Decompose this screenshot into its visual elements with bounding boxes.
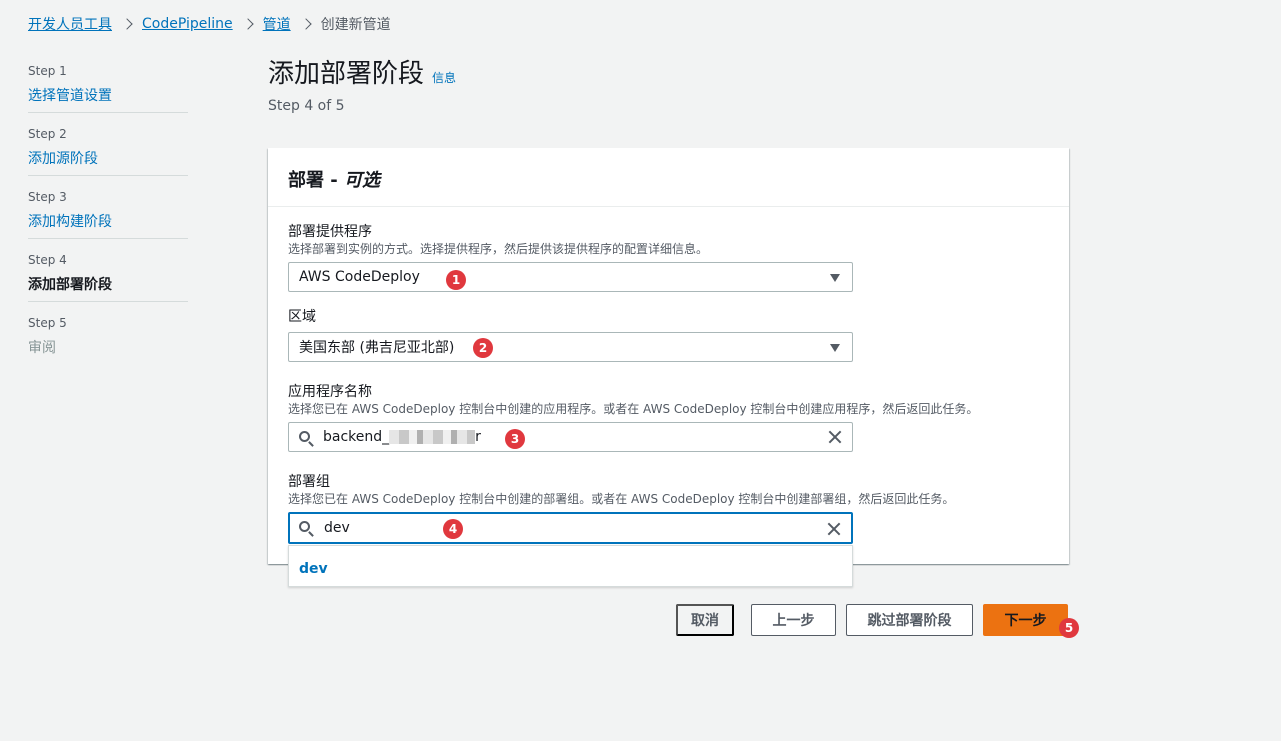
previous-button[interactable]: 上一步 <box>751 604 836 636</box>
breadcrumb: 开发人员工具 CodePipeline 管道 创建新管道 <box>28 14 391 34</box>
clear-icon[interactable] <box>827 522 841 536</box>
step-number: Step 1 <box>28 64 67 78</box>
info-link[interactable]: 信息 <box>432 69 456 86</box>
search-icon <box>299 431 310 442</box>
region-select[interactable]: 美国东部 (弗吉尼亚北部) <box>288 332 853 362</box>
wizard-step-2: Step 2 添加源阶段 <box>28 127 188 190</box>
deployment-group-search-input[interactable]: dev <box>288 512 853 544</box>
panel-title: 部署 - 可选 <box>268 148 1069 207</box>
provider-description: 选择部署到实例的方式。选择提供程序，然后提供该提供程序的配置详细信息。 <box>288 242 709 256</box>
step-number: Step 3 <box>28 190 67 204</box>
search-icon <box>299 521 310 532</box>
breadcrumb-pipelines[interactable]: 管道 <box>263 14 291 34</box>
step-review-disabled: 审阅 <box>28 340 56 356</box>
wizard-step-3: Step 3 添加构建阶段 <box>28 190 188 253</box>
provider-field-header: 部署提供程序 选择部署到实例的方式。选择提供程序，然后提供该提供程序的配置详细信… <box>288 223 708 257</box>
page-header: 添加部署阶段 信息 Step 4 of 5 <box>268 56 456 114</box>
step-link-pipeline-settings[interactable]: 选择管道设置 <box>28 86 188 113</box>
application-value-suffix: r <box>475 429 481 445</box>
application-label: 应用程序名称 <box>288 384 372 400</box>
annotation-badge-2: 2 <box>473 338 493 358</box>
breadcrumb-developer-tools[interactable]: 开发人员工具 <box>28 14 112 34</box>
annotation-badge-3: 3 <box>505 429 525 449</box>
step-current-deploy-stage: 添加部署阶段 <box>28 275 188 302</box>
caret-down-icon <box>830 344 840 352</box>
wizard-step-1: Step 1 选择管道设置 <box>28 64 188 127</box>
breadcrumb-codepipeline[interactable]: CodePipeline <box>142 16 233 32</box>
chevron-right-icon <box>121 18 133 30</box>
deployment-group-dropdown: dev <box>288 545 853 587</box>
region-field-header: 区域 <box>288 308 316 326</box>
application-field-header: 应用程序名称 选择您已在 AWS CodeDeploy 控制台中创建的应用程序。… <box>288 383 978 417</box>
step-number: Step 5 <box>28 316 67 330</box>
next-button[interactable]: 下一步 <box>983 604 1068 636</box>
wizard-steps: Step 1 选择管道设置 Step 2 添加源阶段 Step 3 添加构建阶段… <box>28 64 188 379</box>
application-value-prefix: backend_ <box>323 429 390 445</box>
step-link-build-stage[interactable]: 添加构建阶段 <box>28 212 188 239</box>
step-link-source-stage[interactable]: 添加源阶段 <box>28 149 188 176</box>
redacted-text <box>389 430 476 444</box>
chevron-right-icon <box>299 18 312 30</box>
wizard-step-5: Step 5 审阅 <box>28 316 188 379</box>
breadcrumb-current: 创建新管道 <box>320 17 391 33</box>
chevron-right-icon <box>241 18 254 30</box>
provider-label: 部署提供程序 <box>288 224 372 240</box>
cancel-button[interactable]: 取消 <box>676 604 734 636</box>
deployment-group-field-header: 部署组 选择您已在 AWS CodeDeploy 控制台中创建的部署组。或者在 … <box>288 473 954 507</box>
caret-down-icon <box>830 274 840 282</box>
panel-title-optional: 可选 <box>344 170 381 191</box>
annotation-badge-1: 1 <box>446 270 466 290</box>
page-title: 添加部署阶段 <box>268 59 425 89</box>
annotation-badge-4: 4 <box>443 519 463 539</box>
panel-title-main: 部署 - <box>288 170 345 191</box>
application-search-input[interactable]: backend_ r <box>288 422 853 452</box>
deployment-group-value: dev <box>324 520 350 536</box>
deploy-panel: 部署 - 可选 部署提供程序 选择部署到实例的方式。选择提供程序，然后提供该提供… <box>268 148 1069 564</box>
step-number: Step 4 <box>28 253 67 267</box>
region-label: 区域 <box>288 309 316 325</box>
deployment-group-label: 部署组 <box>288 474 330 490</box>
step-indicator: Step 4 of 5 <box>268 98 345 114</box>
region-select-value: 美国东部 (弗吉尼亚北部) <box>299 340 455 356</box>
skip-deploy-stage-button[interactable]: 跳过部署阶段 <box>846 604 973 636</box>
provider-select[interactable]: AWS CodeDeploy <box>288 262 853 292</box>
annotation-badge-5: 5 <box>1059 618 1079 638</box>
wizard-step-4: Step 4 添加部署阶段 <box>28 253 188 316</box>
provider-select-value: AWS CodeDeploy <box>299 269 420 285</box>
clear-icon[interactable] <box>828 430 842 444</box>
step-number: Step 2 <box>28 127 67 141</box>
deployment-group-description: 选择您已在 AWS CodeDeploy 控制台中创建的部署组。或者在 AWS … <box>288 492 955 506</box>
dropdown-option-dev[interactable]: dev <box>299 561 328 577</box>
application-description: 选择您已在 AWS CodeDeploy 控制台中创建的应用程序。或者在 AWS… <box>288 402 979 416</box>
